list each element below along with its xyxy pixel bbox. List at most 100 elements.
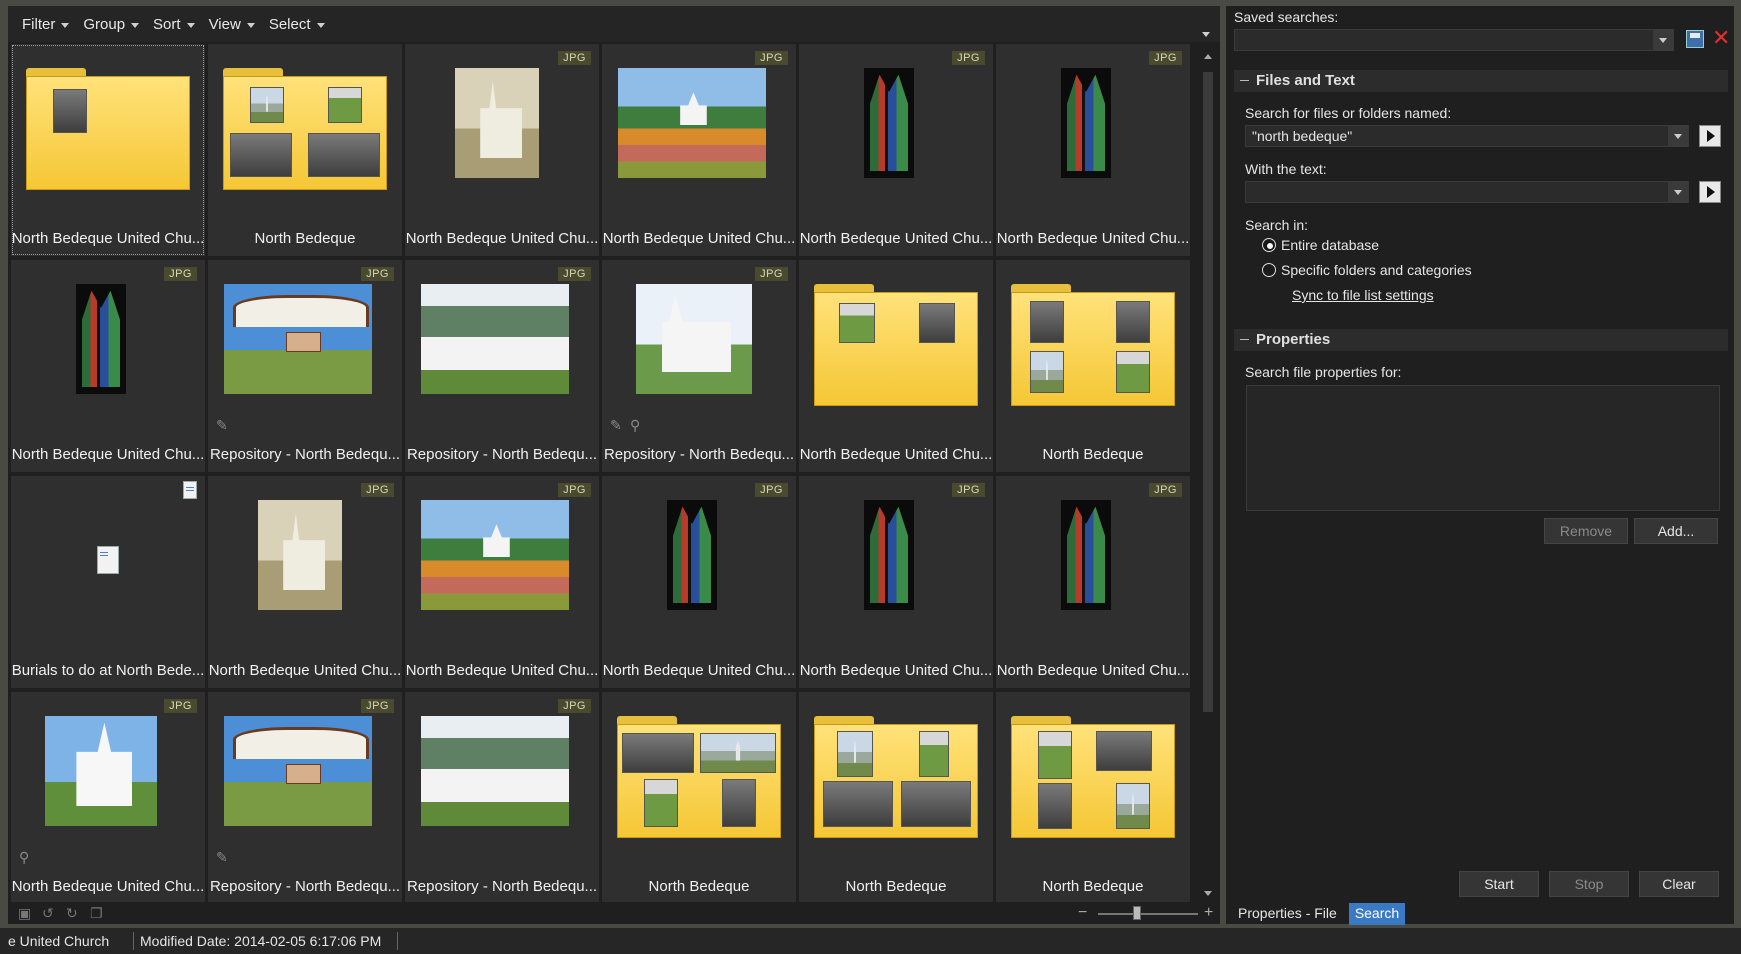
- image-thumbnail: [224, 284, 372, 394]
- vertical-scrollbar[interactable]: [1200, 46, 1216, 902]
- rotate-right-icon[interactable]: ↻: [66, 906, 82, 920]
- with-text-label: With the text:: [1245, 161, 1327, 177]
- folder-tile[interactable]: North Bedeque United Chu...: [799, 260, 993, 472]
- folder-icon: [26, 68, 190, 190]
- sort-menu[interactable]: Sort: [153, 16, 195, 33]
- tile-label: North Bedeque: [1042, 878, 1144, 895]
- folder-tile[interactable]: North Bedeque: [996, 692, 1190, 902]
- file-tile[interactable]: JPG ✎ ⚲ Repository - North Bedequ...: [602, 260, 796, 472]
- scroll-down-icon[interactable]: [1204, 891, 1212, 896]
- file-tile[interactable]: JPG North Bedeque United Chu...: [799, 476, 993, 688]
- start-button[interactable]: Start: [1459, 871, 1539, 897]
- folder-tile[interactable]: North Bedeque: [996, 260, 1190, 472]
- tile-label: North Bedeque United Chu...: [799, 662, 993, 679]
- folder-body: [1011, 724, 1175, 838]
- chevron-down-icon[interactable]: [1668, 126, 1688, 146]
- zoom-slider-knob[interactable]: [1133, 906, 1141, 920]
- stop-button[interactable]: Stop: [1549, 871, 1629, 897]
- folder-preview-thumbnail: [1038, 783, 1072, 829]
- entire-database-radio[interactable]: [1262, 238, 1276, 252]
- image-thumbnail: [45, 716, 157, 826]
- file-tile[interactable]: JPG North Bedeque United Chu...: [208, 476, 402, 688]
- scrollbar-thumb[interactable]: [1203, 72, 1213, 712]
- remove-button[interactable]: Remove: [1544, 518, 1628, 544]
- pencil-icon: ✎: [216, 417, 228, 433]
- tab-properties-file[interactable]: Properties - File: [1232, 903, 1343, 925]
- folder-preview-thumbnail: [823, 781, 893, 827]
- group-menu[interactable]: Group: [83, 16, 140, 33]
- image-thumbnail: [864, 500, 914, 610]
- filter-menu[interactable]: Filter: [22, 15, 70, 33]
- zoom-slider-track[interactable]: [1098, 913, 1198, 915]
- specific-folders-radio[interactable]: [1262, 263, 1276, 277]
- view-menu[interactable]: View: [209, 16, 255, 33]
- select-menu[interactable]: Select: [269, 16, 325, 33]
- file-tile[interactable]: JPG North Bedeque United Chu...: [996, 476, 1190, 688]
- saved-searches-select[interactable]: [1234, 29, 1674, 51]
- sync-settings-link[interactable]: Sync to file list settings: [1292, 287, 1434, 303]
- chevron-down-icon[interactable]: [1653, 30, 1673, 50]
- file-tile[interactable]: Burials to do at North Bede...: [11, 476, 205, 688]
- scroll-up-icon[interactable]: [1204, 54, 1212, 59]
- folder-tile[interactable]: North Bedeque: [799, 692, 993, 902]
- file-type-badge: JPG: [361, 267, 394, 281]
- folder-icon: [814, 284, 978, 406]
- image-thumbnail: [76, 284, 126, 394]
- file-tile[interactable]: JPG North Bedeque United Chu...: [405, 44, 599, 256]
- tab-search[interactable]: Search: [1348, 903, 1406, 925]
- file-tile[interactable]: JPG North Bedeque United Chu...: [405, 476, 599, 688]
- close-icon[interactable]: ✕: [1712, 27, 1730, 49]
- add-button[interactable]: Add...: [1634, 518, 1718, 544]
- right-pane-tabs: Properties - File Search: [1232, 903, 1406, 925]
- zoom-out-icon[interactable]: −: [1078, 904, 1087, 922]
- folder-preview-thumbnail: [901, 781, 971, 827]
- files-named-value: "north bedeque": [1252, 128, 1353, 144]
- folder-tile[interactable]: North Bedeque United Chu...: [11, 44, 205, 256]
- search-in-label: Search in:: [1245, 217, 1309, 233]
- toolbar-overflow-icon[interactable]: [1202, 32, 1210, 37]
- file-type-badge: JPG: [755, 51, 788, 65]
- search-properties-list[interactable]: [1246, 385, 1720, 511]
- file-tile[interactable]: JPG ✎ Repository - North Bedequ...: [208, 260, 402, 472]
- chevron-down-icon: [131, 22, 140, 28]
- file-tile[interactable]: JPG North Bedeque United Chu...: [799, 44, 993, 256]
- tile-label: Repository - North Bedequ...: [406, 446, 598, 463]
- chevron-down-icon[interactable]: [1668, 182, 1688, 202]
- collapse-icon[interactable]: [1240, 339, 1249, 340]
- properties-header[interactable]: Properties: [1234, 329, 1728, 351]
- file-tile[interactable]: JPG North Bedeque United Chu...: [996, 44, 1190, 256]
- with-text-input[interactable]: [1245, 181, 1689, 203]
- file-tile[interactable]: JPG Repository - North Bedequ...: [405, 692, 599, 902]
- files-named-go-button[interactable]: [1699, 125, 1721, 147]
- file-tile[interactable]: JPG North Bedeque United Chu...: [602, 476, 796, 688]
- windows-icon[interactable]: ❐: [90, 906, 106, 920]
- rotate-left-icon[interactable]: ↺: [42, 906, 58, 920]
- folder-tile[interactable]: North Bedeque: [208, 44, 402, 256]
- clear-button[interactable]: Clear: [1639, 871, 1719, 897]
- save-icon[interactable]: [1686, 30, 1704, 48]
- new-folder-icon[interactable]: ▣: [18, 906, 34, 920]
- collapse-icon[interactable]: [1240, 80, 1249, 81]
- tile-label: North Bedeque United Chu...: [405, 662, 599, 679]
- files-named-input[interactable]: "north bedeque": [1245, 125, 1689, 147]
- entire-database-label[interactable]: Entire database: [1281, 237, 1379, 253]
- file-tile[interactable]: JPG ⚲ North Bedeque United Chu...: [11, 692, 205, 902]
- tile-label: North Bedeque United Chu...: [799, 446, 993, 463]
- folder-icon: [814, 716, 978, 838]
- folder-tile[interactable]: North Bedeque: [602, 692, 796, 902]
- filter-menu-label: Filter: [22, 15, 56, 33]
- file-tile[interactable]: JPG North Bedeque United Chu...: [11, 260, 205, 472]
- file-browser-pane: Filter Group Sort View Select North Bede…: [8, 6, 1220, 924]
- folder-body: [1011, 292, 1175, 406]
- zoom-in-icon[interactable]: +: [1204, 904, 1213, 922]
- file-tile[interactable]: JPG North Bedeque United Chu...: [602, 44, 796, 256]
- image-thumbnail: [618, 68, 766, 178]
- chevron-down-icon: [246, 22, 255, 28]
- files-named-label: Search for files or folders named:: [1245, 105, 1452, 121]
- file-tile[interactable]: JPG ✎ Repository - North Bedequ...: [208, 692, 402, 902]
- specific-folders-label[interactable]: Specific folders and categories: [1281, 262, 1472, 278]
- with-text-go-button[interactable]: [1699, 181, 1721, 203]
- file-type-badge: JPG: [755, 267, 788, 281]
- file-tile[interactable]: JPG Repository - North Bedequ...: [405, 260, 599, 472]
- files-and-text-header[interactable]: Files and Text: [1234, 70, 1728, 92]
